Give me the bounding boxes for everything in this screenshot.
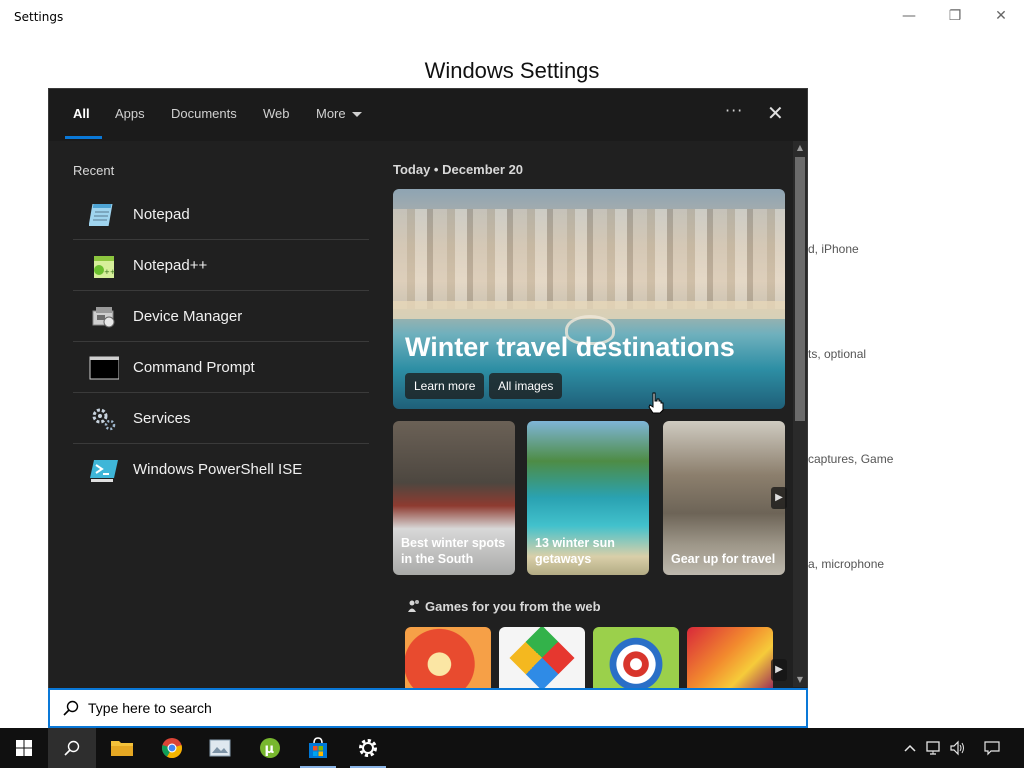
device-manager-icon <box>92 307 115 328</box>
recent-item-label: Windows PowerShell ISE <box>133 461 303 478</box>
tab-more[interactable]: More <box>316 106 362 121</box>
chevron-up-icon[interactable] <box>898 728 922 768</box>
active-tab-indicator <box>65 136 102 139</box>
window-title: Settings <box>14 10 64 24</box>
card-label: Best winter spots in the South <box>401 535 505 567</box>
caret-down-icon <box>351 112 362 118</box>
card-label: 13 winter sun getaways <box>535 535 615 567</box>
card-label-line: getaways <box>535 552 592 566</box>
scroll-thumb[interactable] <box>795 157 805 421</box>
recent-item-command-prompt[interactable]: Command Prompt <box>73 342 369 393</box>
hero-card-winter-travel[interactable]: Winter travel destinations Learn more Al… <box>393 189 785 409</box>
cards-next-arrow-icon[interactable]: ▶ <box>771 487 787 509</box>
recent-heading: Recent <box>73 163 115 178</box>
card-label-line: 13 winter sun <box>535 536 615 550</box>
taskbar-search-button[interactable] <box>48 728 96 768</box>
recent-item-device-manager[interactable]: Device Manager <box>73 291 369 342</box>
recent-item-label: Services <box>133 410 191 427</box>
card-label-line: in the South <box>401 552 474 566</box>
tab-bar: All Apps Documents Web More ··· ✕ <box>49 89 807 141</box>
game-tile-racing[interactable] <box>687 627 773 689</box>
utorrent-icon: µ <box>260 738 280 758</box>
tab-documents[interactable]: Documents <box>171 106 237 121</box>
settings-item-phone-desc[interactable]: d, iPhone <box>808 242 859 256</box>
recent-item-notepad[interactable]: Notepad <box>73 189 369 240</box>
card-winter-sun[interactable]: 13 winter sun getaways <box>527 421 649 575</box>
settings-item-privacy-desc[interactable]: a, microphone <box>808 557 884 571</box>
hand-cursor-icon <box>648 392 664 414</box>
notepad-plus-plus-icon: ++ <box>94 256 116 278</box>
more-options-icon[interactable]: ··· <box>725 101 743 120</box>
search-icon <box>63 700 79 716</box>
minimize-button[interactable]: — <box>886 0 932 32</box>
search-panel: All Apps Documents Web More ··· ✕ Recent… <box>48 88 808 728</box>
hero-image-city <box>393 209 785 309</box>
recent-item-label: Device Manager <box>133 308 243 325</box>
window-controls: — ❐ ✕ <box>886 0 1024 32</box>
network-icon[interactable] <box>922 728 946 768</box>
start-button[interactable] <box>0 728 48 768</box>
settings-icon <box>359 739 377 757</box>
taskbar-photos[interactable] <box>196 728 244 768</box>
page-title: Windows Settings <box>424 58 600 83</box>
notification-icon[interactable] <box>976 728 1008 768</box>
taskbar: µ <box>0 728 1024 768</box>
card-gear-up[interactable]: Gear up for travel <box>663 421 785 575</box>
scroll-down-icon[interactable]: ▼ <box>793 673 807 687</box>
game-tile-bowling[interactable] <box>405 627 491 689</box>
volume-icon[interactable] <box>946 728 970 768</box>
restore-button[interactable]: ❐ <box>932 0 978 32</box>
recent-list: Notepad ++ Notepad++ Device Manager Comm… <box>73 189 369 495</box>
taskbar-search-box[interactable]: Type here to search <box>48 688 808 728</box>
notepad-icon <box>89 204 113 226</box>
game-tile-archery[interactable] <box>593 627 679 689</box>
recent-item-label: Command Prompt <box>133 359 255 376</box>
card-winter-spots[interactable]: Best winter spots in the South <box>393 421 515 575</box>
search-icon <box>64 740 80 756</box>
store-icon <box>309 737 327 758</box>
learn-more-button[interactable]: Learn more <box>405 373 485 399</box>
tab-web[interactable]: Web <box>263 106 290 121</box>
games-next-arrow-icon[interactable]: ▶ <box>771 659 787 681</box>
game-tile-color-diamond[interactable] <box>499 627 585 689</box>
command-prompt-icon <box>89 356 119 380</box>
color-diamond-icon <box>509 627 575 689</box>
all-images-button[interactable]: All images <box>489 373 563 399</box>
photos-icon <box>209 739 231 757</box>
taskbar-chrome[interactable] <box>148 728 196 768</box>
services-gear-icon <box>92 408 116 431</box>
close-window-button[interactable]: ✕ <box>978 0 1024 32</box>
games-people-icon <box>407 599 421 617</box>
settings-item-apps-desc[interactable]: ts, optional <box>808 347 866 361</box>
games-heading: Games for you from the web <box>425 599 601 614</box>
powershell-ise-icon <box>90 460 118 482</box>
chrome-icon <box>162 738 182 759</box>
svg-text:µ: µ <box>265 742 275 757</box>
tab-apps[interactable]: Apps <box>115 106 145 121</box>
scroll-up-icon[interactable]: ▲ <box>793 141 807 155</box>
windows-logo-icon <box>16 740 32 756</box>
taskbar-settings[interactable] <box>344 728 392 768</box>
card-label-line: Best winter spots <box>401 536 506 550</box>
today-date-heading: Today • December 20 <box>393 162 524 177</box>
file-explorer-icon <box>111 741 133 756</box>
recent-item-powershell-ise[interactable]: Windows PowerShell ISE <box>73 444 369 495</box>
recent-item-notepad-plus-plus[interactable]: ++ Notepad++ <box>73 240 369 291</box>
recent-item-services[interactable]: Services <box>73 393 369 444</box>
search-input[interactable]: Type here to search <box>88 700 212 716</box>
taskbar-utorrent[interactable]: µ <box>246 728 294 768</box>
recent-item-label: Notepad++ <box>133 257 208 274</box>
taskbar-file-explorer[interactable] <box>98 728 146 768</box>
close-panel-icon[interactable]: ✕ <box>767 101 784 125</box>
hero-title: Winter travel destinations <box>405 332 735 362</box>
tab-more-label: More <box>316 106 346 121</box>
card-label-line: Gear up for travel <box>671 552 776 566</box>
tab-all[interactable]: All <box>73 106 90 121</box>
card-label: Gear up for travel <box>671 551 775 567</box>
taskbar-store[interactable] <box>294 728 342 768</box>
svg-text:++: ++ <box>104 268 116 276</box>
settings-item-gaming-desc[interactable]: captures, Game <box>808 452 893 466</box>
panel-scrollbar[interactable]: ▲ ▼ <box>793 141 807 687</box>
recent-item-label: Notepad <box>133 206 190 223</box>
